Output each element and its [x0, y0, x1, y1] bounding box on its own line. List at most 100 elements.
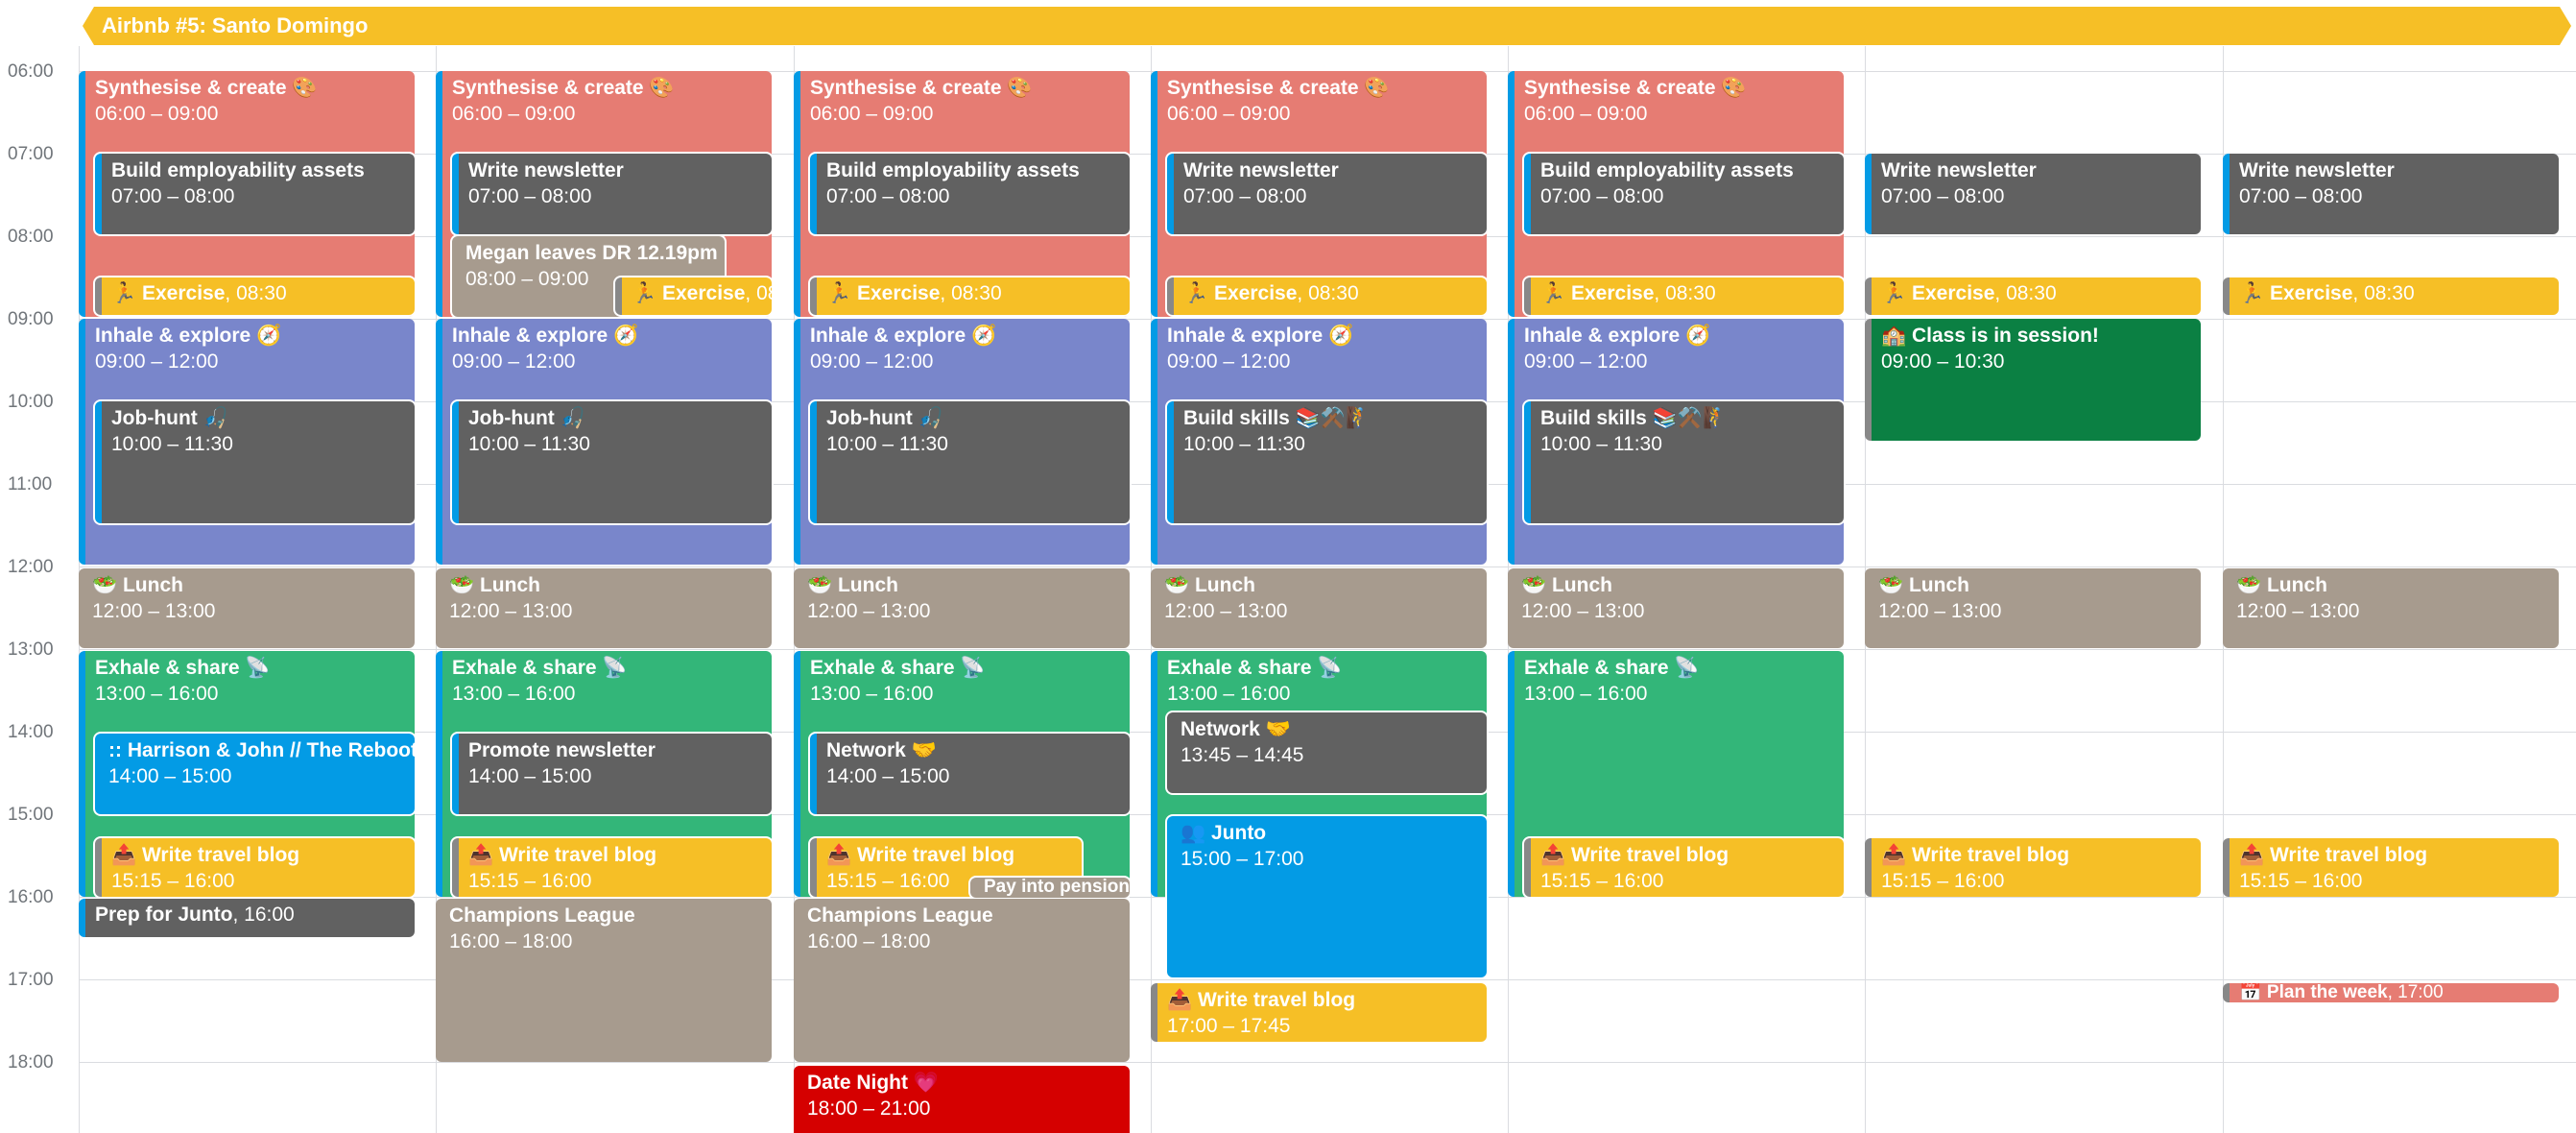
event-block[interactable]: Build skills 📚⚒️🧗 10:00 – 11:30	[1167, 401, 1487, 523]
hour-line	[79, 649, 2576, 650]
event-block[interactable]: 🥗 Lunch 12:00 – 13:00	[436, 568, 772, 648]
event-time: 12:00 – 13:00	[1521, 600, 1645, 622]
event-block[interactable]: 🏃 Exercise, 08:30	[1865, 277, 2201, 315]
event-time: 18:00 – 21:00	[807, 1097, 931, 1120]
event-time: , 16:00	[232, 904, 295, 926]
event-block[interactable]: 🏃 Exercise, 08:30	[1524, 277, 1844, 315]
event-title: Write newsletter	[2239, 159, 2395, 181]
event-title: Champions League	[449, 904, 635, 927]
all-day-event-banner[interactable]: Airbnb #5: Santo Domingo	[83, 7, 2571, 45]
event-time: 06:00 – 09:00	[1524, 103, 1648, 125]
time-label: 06:00	[8, 61, 54, 82]
time-label: 15:00	[8, 805, 54, 825]
event-time: 14:00 – 15:00	[468, 765, 592, 787]
event-block[interactable]: 🥗 Lunch 12:00 – 13:00	[1151, 568, 1487, 648]
event-block[interactable]: 📅 Plan the week, 17:00	[2223, 983, 2559, 1002]
event-time: 15:00 – 17:00	[1181, 848, 1304, 870]
event-block[interactable]: Champions League 16:00 – 18:00	[436, 899, 772, 1062]
event-block[interactable]: Job-hunt 🎣 10:00 – 11:30	[95, 401, 415, 523]
event-title: Pay into pension	[984, 878, 1130, 897]
event-title: Build employability assets	[1540, 159, 1794, 181]
event-block[interactable]: Build employability assets 07:00 – 08:00	[95, 154, 415, 234]
event-block[interactable]: 🏃 Exercise, 08:30	[95, 277, 415, 315]
event-time: 09:00 – 12:00	[1524, 350, 1648, 373]
event-title: 📤 Write travel blog	[111, 844, 300, 866]
event-block[interactable]: 📤 Write travel blog 15:15 – 16:00	[1524, 838, 1844, 897]
event-block[interactable]: Build employability assets 07:00 – 08:00	[1524, 154, 1844, 234]
event-title: 🥗 Lunch	[1521, 574, 1612, 596]
event-title: 🏃 Exercise	[1540, 282, 1655, 304]
event-block[interactable]: Date Night 💗 18:00 – 21:00	[794, 1066, 1130, 1133]
event-time: 09:00 – 10:30	[1881, 350, 2005, 373]
event-time: 12:00 – 13:00	[807, 600, 931, 622]
event-block[interactable]: 🏃 Exercise, 08:30	[1167, 277, 1487, 315]
event-block[interactable]: Write newsletter 07:00 – 08:00	[1167, 154, 1487, 234]
time-label: 12:00	[8, 557, 54, 577]
event-title: 🥗 Lunch	[449, 574, 540, 596]
event-block[interactable]: Promote newsletter 14:00 – 15:00	[452, 734, 772, 814]
event-block[interactable]: 🥗 Lunch 12:00 – 13:00	[794, 568, 1130, 648]
event-title: 🥗 Lunch	[1164, 574, 1255, 596]
event-title: Write newsletter	[468, 159, 624, 181]
event-time: 07:00 – 08:00	[2239, 185, 2363, 207]
event-time: , 08:30	[1994, 282, 2057, 304]
event-time: 17:00 – 17:45	[1167, 1015, 1291, 1037]
event-block[interactable]: Job-hunt 🎣 10:00 – 11:30	[810, 401, 1130, 523]
event-time: 15:15 – 16:00	[2239, 870, 2363, 892]
event-title: 🥗 Lunch	[92, 574, 183, 596]
event-title: Network 🤝	[826, 739, 937, 761]
time-label: 16:00	[8, 887, 54, 907]
event-title: Megan leaves DR 12.19pm	[465, 242, 718, 264]
event-title: 🥗 Lunch	[2236, 574, 2327, 596]
event-block[interactable]: 🏃 Exercise, 08:30	[810, 277, 1130, 315]
event-time: , 08:30	[940, 282, 1002, 304]
event-title: Date Night 💗	[807, 1072, 939, 1094]
event-block[interactable]: 🥗 Lunch 12:00 – 13:00	[79, 568, 415, 648]
event-block[interactable]: 🥗 Lunch 12:00 – 13:00	[1508, 568, 1844, 648]
event-block[interactable]: Build skills 📚⚒️🧗 10:00 – 11:30	[1524, 401, 1844, 523]
event-block[interactable]: Write newsletter 07:00 – 08:00	[1865, 154, 2201, 234]
event-title: Prep for Junto	[95, 904, 233, 926]
hour-line	[79, 1062, 2576, 1063]
event-time: 09:00 – 12:00	[1167, 350, 1291, 373]
event-block[interactable]: :: Harrison & John // The Reboot 14:00 –…	[95, 734, 415, 814]
event-block[interactable]: 📤 Write travel blog 15:15 – 16:00	[95, 838, 415, 897]
event-title: Write newsletter	[1183, 159, 1339, 181]
event-block[interactable]: 🏃 Exercise, 08:30	[615, 277, 772, 315]
event-time: 07:00 – 08:00	[826, 185, 950, 207]
event-block[interactable]: 📤 Write travel blog 15:15 – 16:00	[452, 838, 772, 897]
event-block[interactable]: Network 🤝 14:00 – 15:00	[810, 734, 1130, 814]
event-block[interactable]: 🥗 Lunch 12:00 – 13:00	[1865, 568, 2201, 648]
time-label: 14:00	[8, 722, 54, 742]
event-block[interactable]: Job-hunt 🎣 10:00 – 11:30	[452, 401, 772, 523]
event-block[interactable]: 🏃 Exercise, 08:30	[2223, 277, 2559, 315]
event-title: 📤 Write travel blog	[1881, 844, 2070, 866]
event-block[interactable]: 👥 Junto 15:00 – 17:00	[1167, 816, 1487, 977]
event-title: 🏃 Exercise	[826, 282, 941, 304]
event-title: 🥗 Lunch	[1878, 574, 1969, 596]
event-title: Inhale & explore 🧭	[1167, 325, 1354, 347]
event-block[interactable]: Pay into pension	[970, 878, 1130, 898]
event-title: Champions League	[807, 904, 993, 927]
event-title: 📤 Write travel blog	[2239, 844, 2428, 866]
event-block[interactable]: Network 🤝 13:45 – 14:45	[1167, 712, 1487, 793]
event-time: 09:00 – 12:00	[452, 350, 576, 373]
event-block[interactable]: Write newsletter 07:00 – 08:00	[452, 154, 772, 234]
event-block[interactable]: Prep for Junto, 16:00	[79, 899, 415, 937]
event-block[interactable]: Champions League 16:00 – 18:00	[794, 899, 1130, 1062]
event-title: 🥗 Lunch	[807, 574, 898, 596]
event-block[interactable]: 🏫 Class is in session! 09:00 – 10:30	[1865, 319, 2201, 441]
event-time: 10:00 – 11:30	[826, 433, 948, 455]
event-block[interactable]: Build employability assets 07:00 – 08:00	[810, 154, 1130, 234]
event-block[interactable]: 📤 Write travel blog 15:15 – 16:00	[2223, 838, 2559, 897]
event-time: 07:00 – 08:00	[111, 185, 235, 207]
event-block[interactable]: Write newsletter 07:00 – 08:00	[2223, 154, 2559, 234]
event-block[interactable]: 📤 Write travel blog 17:00 – 17:45	[1151, 983, 1487, 1042]
time-label: 18:00	[8, 1052, 54, 1073]
event-title: 📤 Write travel blog	[1167, 989, 1356, 1011]
event-block[interactable]: 📤 Write travel blog 15:15 – 16:00	[1865, 838, 2201, 897]
event-title: 📤 Write travel blog	[1540, 844, 1729, 866]
event-title: 👥 Junto	[1181, 822, 1267, 844]
event-time: 13:00 – 16:00	[1167, 683, 1291, 705]
event-block[interactable]: 🥗 Lunch 12:00 – 13:00	[2223, 568, 2559, 648]
